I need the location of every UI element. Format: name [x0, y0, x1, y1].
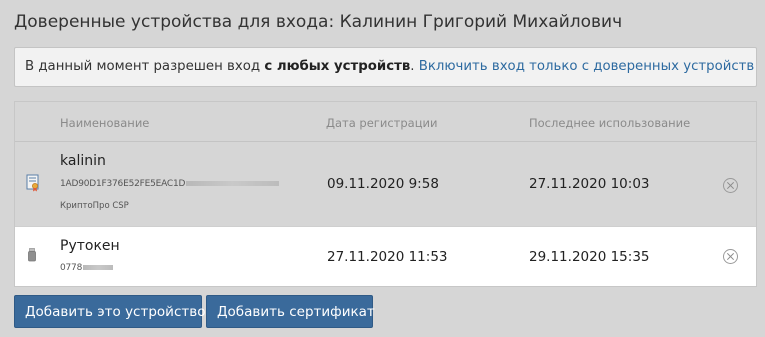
- registered-date: 27.11.2020 11:53: [327, 249, 448, 265]
- device-serial: 1AD90D1F376E52FE5EAC1D: [60, 179, 280, 189]
- last-used-date: 29.11.2020 15:35: [529, 249, 650, 265]
- column-header-last-used: Последнее использование: [529, 116, 691, 130]
- add-device-button[interactable]: Добавить это устройство: [14, 295, 205, 328]
- notice-suffix: .: [410, 59, 419, 74]
- enable-trusted-only-link[interactable]: Включить вход только с доверенных устрой…: [419, 59, 755, 74]
- add-certificate-button[interactable]: Добавить сертификат: [206, 295, 375, 328]
- page-title: Доверенные устройства для входа: Калинин…: [14, 12, 623, 32]
- remove-device-button[interactable]: [723, 178, 738, 193]
- notice-prefix: В данный момент разрешен вход: [25, 59, 265, 74]
- login-mode-notice: В данный момент разрешен вход с любых ус…: [14, 47, 757, 87]
- table-header: Наименование Дата регистрации Последнее …: [15, 102, 756, 142]
- registered-date: 09.11.2020 9:58: [327, 176, 439, 192]
- remove-device-button[interactable]: [723, 249, 738, 264]
- usb-token-icon: [28, 247, 36, 266]
- devices-table: Наименование Дата регистрации Последнее …: [14, 101, 757, 287]
- table-row[interactable]: kalinin 1AD90D1F376E52FE5EAC1D КриптоПро…: [15, 143, 756, 227]
- device-serial: 0778: [60, 263, 114, 273]
- column-header-name: Наименование: [60, 116, 150, 130]
- device-name: kalinin: [60, 153, 106, 169]
- device-name: Рутокен: [60, 238, 120, 254]
- device-provider: КриптоПро CSP: [60, 201, 129, 211]
- table-row[interactable]: Рутокен 0778 27.11.2020 11:53 29.11.2020…: [15, 227, 756, 286]
- notice-emphasis: с любых устройств: [264, 59, 411, 74]
- column-header-registered: Дата регистрации: [326, 116, 438, 130]
- last-used-date: 27.11.2020 10:03: [529, 176, 650, 192]
- certificate-icon: [26, 174, 40, 196]
